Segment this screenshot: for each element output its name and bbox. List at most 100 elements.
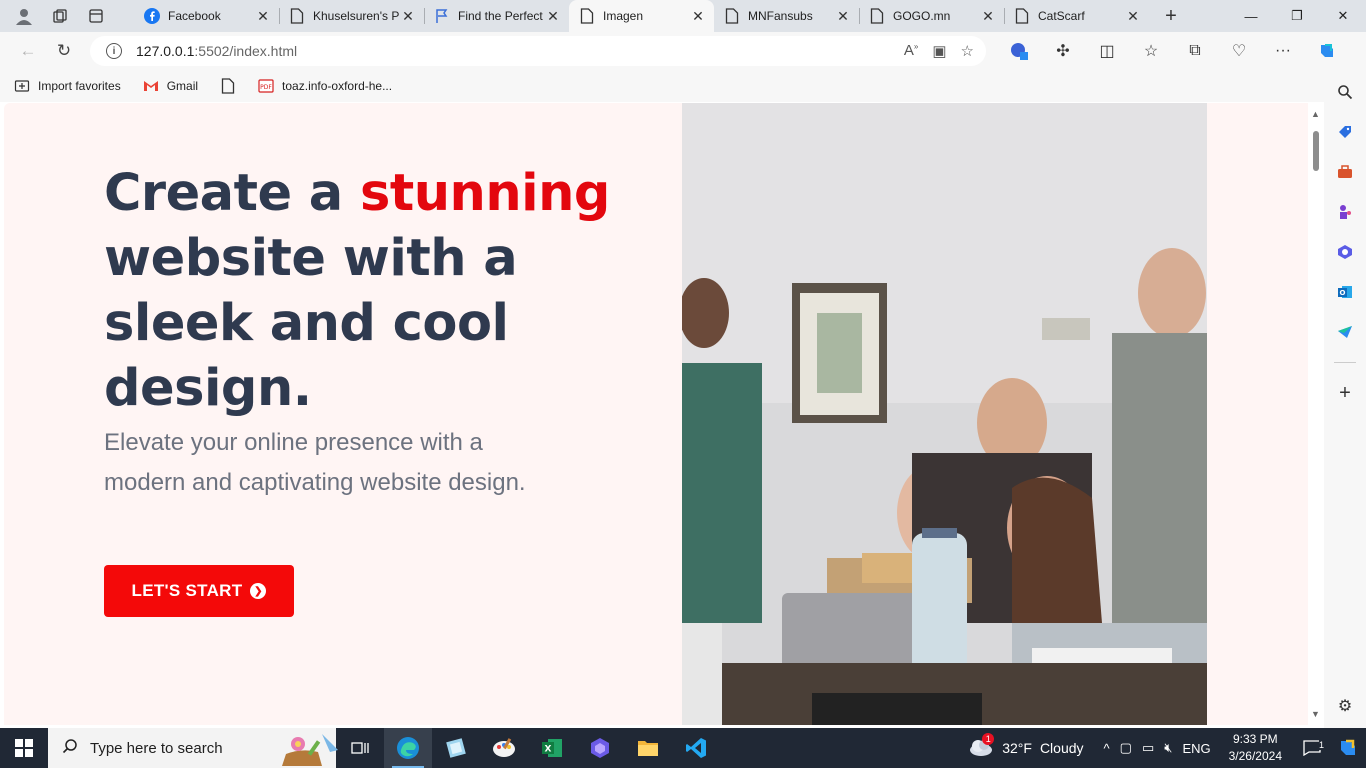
windows-start-icon[interactable]: [0, 728, 48, 768]
tab-title: MNFansubs: [748, 9, 813, 23]
copilot-tray-icon[interactable]: [1330, 737, 1366, 759]
favorite-gmail[interactable]: Gmail: [143, 78, 198, 94]
close-tab-icon[interactable]: ✕: [545, 8, 561, 25]
copilot-profile-icon[interactable]: [1004, 36, 1034, 66]
favorite-toaz[interactable]: PDF toaz.info-oxford-he...: [258, 78, 392, 94]
sidebar-divider: [1334, 362, 1356, 363]
cloudy-weather-icon: 1: [968, 732, 995, 760]
copilot-icon[interactable]: [1312, 36, 1342, 66]
outlook-icon[interactable]: O: [1335, 282, 1355, 302]
favorite-star-icon[interactable]: ☆: [961, 42, 974, 60]
url-text[interactable]: 127.0.0.1:5502/index.html: [136, 43, 904, 59]
tab-khuselsuren[interactable]: Khuselsuren's P ✕: [279, 0, 424, 32]
tab-title: Facebook: [168, 9, 221, 23]
tools-briefcase-icon[interactable]: [1335, 162, 1355, 182]
tab-mnfansubs[interactable]: MNFansubs ✕: [714, 0, 859, 32]
pdf-icon: PDF: [258, 78, 274, 94]
split-screen-icon[interactable]: ◫: [1092, 36, 1122, 66]
language-indicator[interactable]: ENG: [1182, 741, 1210, 756]
hero-headline: Create a stunning website with a sleek an…: [104, 164, 610, 418]
vscode-icon[interactable]: [672, 728, 720, 768]
headline-accent: stunning: [359, 164, 610, 223]
browser-essentials-icon[interactable]: ♡: [1224, 36, 1254, 66]
close-tab-icon[interactable]: ✕: [1125, 8, 1141, 25]
new-tab-button[interactable]: +: [1149, 0, 1193, 32]
send-icon[interactable]: [1335, 322, 1355, 342]
back-icon[interactable]: ←: [10, 36, 46, 66]
svg-text:O: O: [1340, 289, 1346, 297]
vertical-scrollbar[interactable]: ▲ ▼: [1308, 103, 1324, 725]
close-tab-icon[interactable]: ✕: [690, 8, 706, 25]
restore-icon[interactable]: ❐: [1274, 0, 1320, 32]
taskbar-search-box[interactable]: Type here to search: [48, 728, 338, 768]
site-info-icon[interactable]: i: [106, 43, 122, 59]
page-icon: [1014, 8, 1030, 24]
minimize-icon[interactable]: —: [1228, 0, 1274, 32]
add-icon[interactable]: +: [1335, 382, 1355, 404]
tab-find-the-perfect[interactable]: Find the Perfect ✕: [424, 0, 569, 32]
read-aloud-icon[interactable]: A»: [904, 42, 918, 60]
favorite-import[interactable]: Import favorites: [14, 78, 121, 94]
search-icon: [62, 738, 78, 758]
file-explorer-icon[interactable]: [624, 728, 672, 768]
tab-gogo[interactable]: GOGO.mn ✕: [859, 0, 1004, 32]
lets-start-button[interactable]: LET'S START ❯: [104, 565, 294, 617]
edge-taskbar-icon[interactable]: [384, 728, 432, 768]
scrollbar-thumb[interactable]: [1313, 131, 1319, 171]
collections-icon[interactable]: ⧉: [1180, 36, 1210, 66]
close-tab-icon[interactable]: ✕: [980, 8, 996, 25]
battery-icon[interactable]: ▭: [1142, 740, 1154, 756]
extensions-icon[interactable]: ✣: [1048, 36, 1078, 66]
tab-imagen[interactable]: Imagen ✕: [569, 0, 714, 32]
page-icon: [579, 8, 595, 24]
copilot-taskbar-icon[interactable]: [576, 728, 624, 768]
weather-condition: Cloudy: [1039, 740, 1084, 756]
scroll-up-icon[interactable]: ▲: [1311, 109, 1320, 119]
system-tray: 1 32°F Cloudy ^ ▢ ▭ 🔇︎ ENG 9:33 PM 3/26/…: [968, 728, 1366, 768]
tab-strip: Facebook ✕ Khuselsuren's P ✕ Find the Pe…: [0, 0, 1366, 32]
profile-icon[interactable]: [8, 2, 40, 30]
tab-title: Khuselsuren's P: [313, 9, 400, 23]
excel-icon[interactable]: X: [528, 728, 576, 768]
copilot-app-icon[interactable]: [1335, 242, 1355, 262]
windows-taskbar: Type here to search X 1 32°F Cloudy ^ ▢ …: [0, 728, 1366, 768]
gmail-icon: [143, 78, 159, 94]
address-bar-icons: A» ▣ ☆: [904, 42, 974, 60]
shopping-tag-icon[interactable]: [1335, 122, 1355, 142]
tab-catscarf[interactable]: CatScarf ✕: [1004, 0, 1149, 32]
favorites-icon[interactable]: ☆: [1136, 36, 1166, 66]
paint-icon[interactable]: [480, 728, 528, 768]
games-chess-icon[interactable]: [1335, 202, 1355, 222]
page-icon: [289, 8, 305, 24]
tab-actions-icon[interactable]: [80, 2, 112, 30]
tab-facebook[interactable]: Facebook ✕: [134, 0, 279, 32]
refresh-icon[interactable]: ↻: [46, 36, 82, 66]
search-icon[interactable]: [1335, 82, 1355, 102]
edge-sidebar: O + ⚙: [1324, 70, 1366, 728]
clock-time: 9:33 PM: [1232, 732, 1278, 746]
close-window-icon[interactable]: ✕: [1320, 0, 1366, 32]
sidebar-settings-icon[interactable]: ⚙: [1335, 696, 1355, 716]
facebook-icon: [144, 8, 160, 24]
notepad-icon[interactable]: [432, 728, 480, 768]
scroll-down-icon[interactable]: ▼: [1311, 709, 1320, 719]
notification-center-icon[interactable]: 1: [1294, 740, 1330, 756]
hero-text: Create a stunning website with a sleek an…: [104, 161, 624, 503]
clock-date: 3/26/2024: [1228, 749, 1282, 763]
close-tab-icon[interactable]: ✕: [835, 8, 851, 25]
clock[interactable]: 9:33 PM 3/26/2024: [1229, 731, 1282, 765]
flag-icon: [434, 8, 450, 24]
volume-muted-icon[interactable]: 🔇︎: [1164, 740, 1172, 756]
favorite-label: Gmail: [166, 79, 199, 93]
chevron-up-icon[interactable]: ^: [1104, 741, 1110, 756]
more-options-icon[interactable]: ···: [1268, 36, 1298, 66]
task-view-icon[interactable]: [336, 728, 384, 768]
meet-now-icon[interactable]: ▢: [1120, 740, 1132, 756]
address-bar[interactable]: i 127.0.0.1:5502/index.html A» ▣ ☆: [90, 36, 986, 66]
close-tab-icon[interactable]: ✕: [255, 8, 271, 25]
immersive-reader-icon[interactable]: ▣: [932, 42, 946, 60]
weather-widget[interactable]: 1 32°F Cloudy: [968, 732, 1084, 760]
workspaces-icon[interactable]: [44, 2, 76, 30]
close-tab-icon[interactable]: ✕: [400, 8, 416, 25]
favorite-page[interactable]: [220, 78, 236, 94]
